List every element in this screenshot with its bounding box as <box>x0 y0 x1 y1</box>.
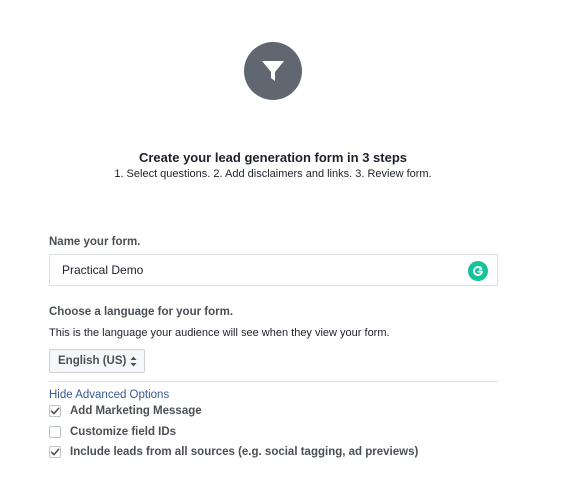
language-description: This is the language your audience will … <box>49 327 390 339</box>
option-label: Add Marketing Message <box>70 405 202 417</box>
checkbox-unchecked[interactable] <box>49 426 61 438</box>
hide-advanced-options-link[interactable]: Hide Advanced Options <box>49 389 169 401</box>
grammarly-icon[interactable] <box>468 261 488 281</box>
option-label: Customize field IDs <box>70 426 177 438</box>
checkbox-checked[interactable] <box>49 446 61 458</box>
form-name-input[interactable] <box>62 255 462 285</box>
up-down-arrows-icon <box>130 356 137 367</box>
option-label: Include leads from all sources (e.g. soc… <box>70 446 419 458</box>
lead-form-page: Create your lead generation form in 3 st… <box>0 0 570 493</box>
checkmark-icon <box>50 407 60 415</box>
language-select-value: English (US) <box>58 355 127 367</box>
page-title: Create your lead generation form in 3 st… <box>138 150 408 165</box>
option-add-marketing-message[interactable]: Add Marketing Message <box>49 405 202 417</box>
option-include-leads-all-sources[interactable]: Include leads from all sources (e.g. soc… <box>49 446 418 458</box>
language-select[interactable]: English (US) <box>49 349 145 373</box>
option-customize-field-ids[interactable]: Customize field IDs <box>49 426 176 438</box>
form-name-label: Name your form. <box>49 236 141 248</box>
language-label: Choose a language for your form. <box>49 306 234 318</box>
checkmark-icon <box>50 448 60 456</box>
funnel-icon <box>244 42 302 100</box>
checkbox-checked[interactable] <box>49 405 61 417</box>
divider <box>49 381 498 382</box>
form-name-field-wrapper <box>49 254 498 286</box>
page-subtitle: 1. Select questions. 2. Add disclaimers … <box>114 168 432 180</box>
